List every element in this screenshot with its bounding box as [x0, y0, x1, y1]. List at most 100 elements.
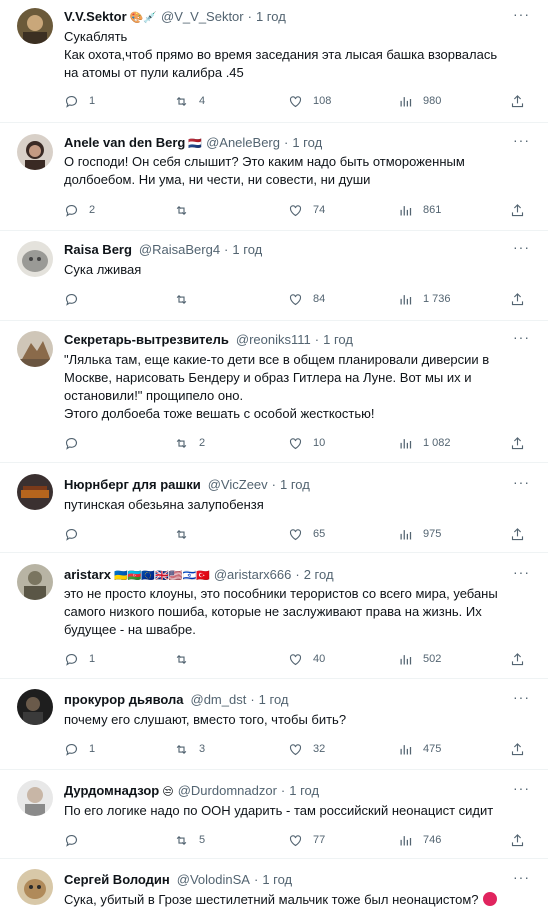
reply-button[interactable] — [64, 832, 89, 848]
more-options-icon[interactable]: ··· — [513, 132, 530, 148]
reply-button[interactable]: 2 — [64, 202, 95, 218]
avatar[interactable] — [17, 689, 53, 725]
author-handle[interactable]: @Durdomnadzor — [178, 783, 277, 798]
timestamp[interactable]: 1 год — [289, 783, 319, 798]
retweet-button[interactable] — [174, 202, 199, 218]
retweet-button[interactable]: 5 — [174, 832, 205, 848]
avatar[interactable] — [17, 474, 53, 510]
avatar[interactable] — [17, 8, 53, 44]
more-options-icon[interactable]: ··· — [513, 329, 530, 345]
retweet-button[interactable]: 3 — [174, 741, 205, 757]
avatar[interactable] — [17, 869, 53, 905]
retweet-button[interactable]: 2 — [174, 435, 205, 451]
timestamp[interactable]: 1 год — [256, 9, 286, 24]
more-options-icon[interactable]: ··· — [513, 780, 530, 796]
avatar[interactable] — [17, 564, 53, 600]
more-options-icon[interactable]: ··· — [513, 239, 530, 255]
tweet[interactable]: Дурдомнадзор 😒 @Durdomnadzor · 1 год ··· По … — [0, 770, 548, 859]
author-handle[interactable]: @RaisaBerg4 — [139, 242, 220, 257]
share-button[interactable] — [510, 93, 525, 109]
author-name[interactable]: Raisa Berg — [64, 242, 132, 257]
tweet[interactable]: Anele van den Berg 🇳🇱 @AneleBerg · 1 год ···… — [0, 123, 548, 231]
views-button[interactable]: 475 — [398, 741, 441, 757]
views-button[interactable]: 746 — [398, 832, 441, 848]
author-name[interactable]: Нюрнберг для рашки — [64, 477, 201, 492]
share-button[interactable] — [510, 435, 525, 451]
tweet[interactable]: Нюрнберг для рашки @VicZeev · 1 год ··· пут… — [0, 463, 548, 553]
tweet-actions: 84 1 736 — [64, 291, 534, 307]
author-name[interactable]: Дурдомнадзор — [64, 783, 159, 798]
heart-icon — [289, 653, 302, 665]
reply-button[interactable] — [64, 291, 89, 307]
avatar[interactable] — [17, 780, 53, 816]
timestamp[interactable]: 2 год — [304, 567, 334, 582]
retweet-icon — [176, 529, 187, 539]
avatar[interactable] — [17, 331, 53, 367]
author-handle[interactable]: @VolodinSA — [177, 872, 250, 887]
retweet-button[interactable] — [174, 651, 199, 667]
retweet-button[interactable] — [174, 291, 199, 307]
avatar[interactable] — [17, 241, 53, 277]
like-button[interactable]: 40 — [288, 651, 325, 667]
author-handle[interactable]: @AneleBerg — [206, 135, 280, 150]
reply-button[interactable] — [64, 435, 89, 451]
heart-icon — [289, 293, 302, 305]
tweet[interactable]: V.V.Sektor 🎨💉 @V_V_Sektor · 1 год ··· Сукабл… — [0, 0, 548, 123]
author-handle[interactable]: @aristarx666 — [214, 567, 292, 582]
tweet[interactable]: Сергей Володин @VolodinSA · 1 год ··· Сука,… — [0, 859, 548, 918]
views-button[interactable]: 975 — [398, 526, 441, 542]
more-options-icon[interactable]: ··· — [513, 689, 530, 705]
author-name[interactable]: Сергей Володин — [64, 872, 170, 887]
like-button[interactable]: 84 — [288, 291, 325, 307]
views-button[interactable]: 502 — [398, 651, 441, 667]
author-name[interactable]: прокурор дьявола — [64, 692, 184, 707]
reply-button[interactable]: 1 — [64, 93, 95, 109]
retweet-button[interactable] — [174, 526, 199, 542]
share-button[interactable] — [510, 651, 525, 667]
views-button[interactable]: 1 736 — [398, 291, 451, 307]
views-button[interactable]: 1 082 — [398, 435, 451, 451]
views-button[interactable]: 861 — [398, 202, 441, 218]
timestamp[interactable]: 1 год — [292, 135, 322, 150]
share-button[interactable] — [510, 832, 525, 848]
timestamp[interactable]: 1 год — [280, 477, 310, 492]
more-options-icon[interactable]: ··· — [513, 869, 530, 885]
author-handle[interactable]: @VicZeev — [208, 477, 268, 492]
author-name[interactable]: Секретарь-вытрезвитель — [64, 332, 229, 347]
author-handle[interactable]: @V_V_Sektor — [161, 9, 244, 24]
like-count: 32 — [313, 743, 326, 755]
views-button[interactable]: 980 — [398, 93, 441, 109]
like-button[interactable]: 74 — [288, 202, 325, 218]
author-name[interactable]: Anele van den Berg — [64, 135, 185, 150]
tweet[interactable]: прокурор дьявола @dm_dst · 1 год ··· почему… — [0, 679, 548, 770]
more-options-icon[interactable]: ··· — [513, 564, 530, 580]
reply-button[interactable]: 1 — [64, 651, 95, 667]
like-button[interactable]: 108 — [288, 93, 331, 109]
more-options-icon[interactable]: ··· — [513, 6, 530, 22]
timestamp[interactable]: 1 год — [259, 692, 289, 707]
share-button[interactable] — [510, 741, 525, 757]
reply-button[interactable]: 1 — [64, 741, 95, 757]
tweet-header: Сергей Володин @VolodinSA · 1 год — [64, 871, 538, 889]
timestamp[interactable]: 1 год — [232, 242, 262, 257]
author-name[interactable]: V.V.Sektor — [64, 9, 127, 24]
author-name[interactable]: aristarx — [64, 567, 111, 582]
retweet-button[interactable]: 4 — [174, 93, 205, 109]
author-handle[interactable]: @reoniks111 — [236, 332, 311, 347]
tweet[interactable]: Секретарь-вытрезвитель @reoniks111 · 1 год … — [0, 321, 548, 463]
avatar[interactable] — [17, 134, 53, 170]
like-button[interactable]: 32 — [288, 741, 325, 757]
more-options-icon[interactable]: ··· — [513, 474, 530, 490]
share-button[interactable] — [510, 291, 525, 307]
like-button[interactable]: 65 — [288, 526, 325, 542]
like-button[interactable]: 77 — [288, 832, 325, 848]
tweet[interactable]: Raisa Berg @RaisaBerg4 · 1 год ··· Сука лжи… — [0, 231, 548, 321]
share-button[interactable] — [510, 202, 525, 218]
author-handle[interactable]: @dm_dst — [191, 692, 247, 707]
tweet[interactable]: aristarx 🇺🇦🇦🇿🇪🇺🇬🇧🇺🇸🇮🇱🇹🇷 @aristarx666 · 2 год… — [0, 553, 548, 679]
timestamp[interactable]: 1 год — [323, 332, 353, 347]
share-button[interactable] — [510, 526, 525, 542]
timestamp[interactable]: 1 год — [262, 872, 292, 887]
reply-button[interactable] — [64, 526, 89, 542]
like-button[interactable]: 10 — [288, 435, 325, 451]
